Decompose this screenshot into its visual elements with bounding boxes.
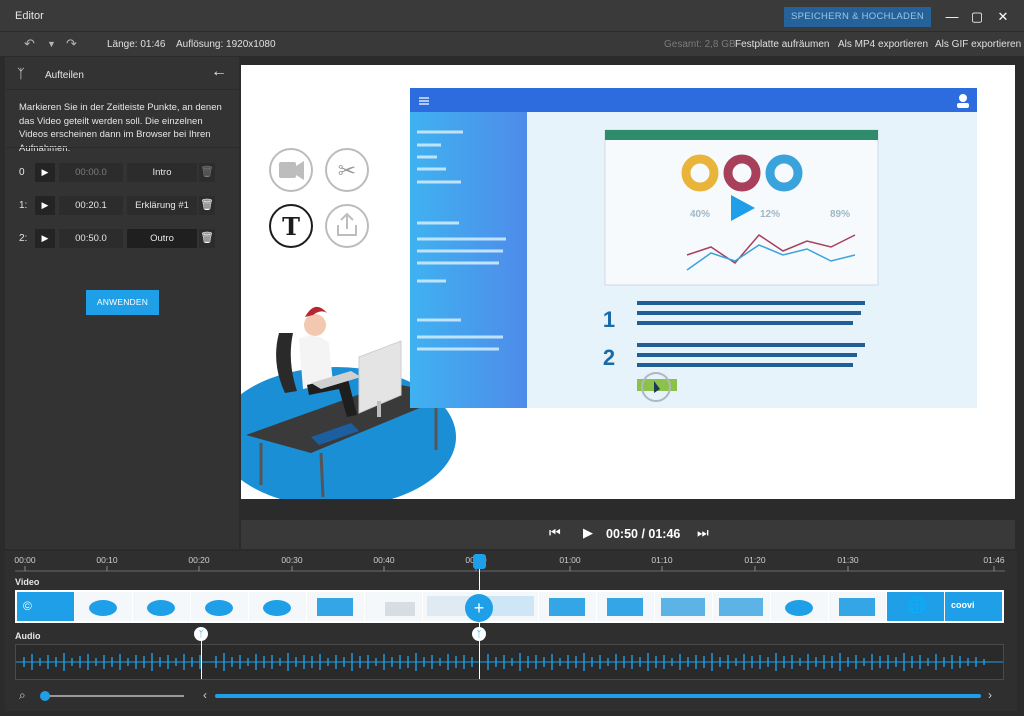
brand-logo-text: coovi xyxy=(951,600,975,610)
undo-icon[interactable]: ↶ xyxy=(24,36,35,52)
video-thumbnail xyxy=(829,592,886,621)
zoom-icon: ⌕ xyxy=(19,688,26,702)
minimize-icon[interactable]: — xyxy=(941,6,963,28)
video-thumbnail xyxy=(771,592,828,621)
video-thumbnail xyxy=(597,592,654,621)
scroll-left-icon[interactable]: ‹ xyxy=(203,688,207,702)
save-upload-button[interactable]: SPEICHERN & HOCHLADEN xyxy=(784,7,931,27)
panel-header: ᛉ Aufteilen ← xyxy=(5,57,239,90)
video-thumbnail xyxy=(713,592,770,621)
video-thumbnail: © xyxy=(17,592,74,621)
split-icon: ᛉ xyxy=(17,66,25,81)
panel-title: Aufteilen xyxy=(45,70,84,81)
resolution-info: Auflösung: 1920x1080 xyxy=(176,39,276,50)
skip-forward-icon[interactable]: ⏭ xyxy=(697,525,709,541)
audio-waveform xyxy=(16,653,1003,671)
scissors-tool-icon: ✂ xyxy=(325,148,369,192)
divider xyxy=(5,147,239,148)
share-tool-icon xyxy=(325,204,369,248)
scroll-right-icon[interactable]: › xyxy=(988,688,992,702)
play-button[interactable]: ▶ xyxy=(583,525,593,541)
trash-icon: 🗑 xyxy=(199,163,215,182)
zoom-slider-track[interactable] xyxy=(41,695,184,697)
split-add-icon[interactable]: + xyxy=(465,594,493,622)
apply-button[interactable]: ANWENDEN xyxy=(86,290,159,315)
segment-time-input[interactable]: 00:20.1 xyxy=(59,196,123,215)
close-icon[interactable]: ✕ xyxy=(992,6,1014,28)
video-thumbnail xyxy=(75,592,132,621)
toolbar: ↶ ▼ ↷ Länge: 01:46 Auflösung: 1920x1080 … xyxy=(0,32,1024,57)
segment-index: 2: xyxy=(19,233,28,244)
segment-row: 0 ▶ 00:00.0 Intro 🗑 xyxy=(5,161,239,183)
audio-track-label: Audio xyxy=(15,631,41,641)
person-head xyxy=(304,314,326,336)
split-marker-icon[interactable]: ᛉ xyxy=(194,627,208,641)
cleanup-button[interactable]: Festplatte aufräumen xyxy=(735,39,830,50)
preview-illustration: ✂ T 40% 12% 89% 1 2 xyxy=(241,88,977,499)
export-mp4-button[interactable]: Als MP4 exportieren xyxy=(838,39,928,50)
video-thumbnail xyxy=(365,592,422,621)
horizontal-scrollbar[interactable] xyxy=(215,694,981,698)
segment-row: 1: ▶ 00:20.1 Erklärung #1 🗑 xyxy=(5,194,239,216)
total-size-info: Gesamt: 2,8 GB xyxy=(664,39,736,50)
svg-text:T: T xyxy=(282,212,300,241)
time-display: 00:50 / 01:46 xyxy=(606,527,681,541)
video-track-label: Video xyxy=(15,577,40,587)
title-bar: Editor SPEICHERN & HOCHLADEN — ▢ ✕ xyxy=(0,0,1024,32)
video-thumbnail xyxy=(307,592,364,621)
split-panel: ᛉ Aufteilen ← Markieren Sie in der Zeitl… xyxy=(5,57,239,549)
segment-name-input[interactable]: Outro xyxy=(127,229,197,248)
timeline[interactable]: 00:00 00:10 00:20 00:30 00:40 00:50 01:0… xyxy=(5,551,1017,711)
text-tool-icon: T xyxy=(269,204,313,248)
app-title: Editor xyxy=(15,10,44,22)
play-segment-button[interactable]: ▶ xyxy=(35,229,55,248)
player-controls: ⏮ ▶ 00:50 / 01:46 ⏭ xyxy=(241,520,1015,549)
ruler-ticks xyxy=(15,566,1005,572)
undo-dropdown-icon[interactable]: ▼ xyxy=(47,39,56,49)
video-thumbnail: 🌐 xyxy=(887,592,944,621)
stat-label: 40% xyxy=(690,209,710,220)
video-thumbnail xyxy=(249,592,306,621)
segment-time-input[interactable]: 00:50.0 xyxy=(59,229,123,248)
svg-text:✂: ✂ xyxy=(338,159,356,184)
step-number: 1 xyxy=(603,307,615,332)
play-segment-button[interactable]: ▶ xyxy=(35,163,55,182)
zoom-row: ⌕ ‹ › xyxy=(5,685,1017,707)
segment-name-input[interactable]: Intro xyxy=(127,163,197,182)
video-preview[interactable]: ✂ T 40% 12% 89% 1 2 xyxy=(241,65,1015,499)
stat-label: 12% xyxy=(760,209,780,220)
segment-name-input[interactable]: Erklärung #1 xyxy=(127,196,197,215)
segment-index: 1: xyxy=(19,200,28,211)
export-gif-button[interactable]: Als GIF exportieren xyxy=(935,39,1021,50)
trash-icon[interactable]: 🗑 xyxy=(199,229,215,248)
length-info: Länge: 01:46 xyxy=(107,39,166,50)
play-segment-button[interactable]: ▶ xyxy=(35,196,55,215)
segment-row: 2: ▶ 00:50.0 Outro 🗑 xyxy=(5,227,239,249)
segment-time: 00:00.0 xyxy=(59,163,123,182)
video-thumbnail xyxy=(539,592,596,621)
split-marker-icon[interactable]: ᛉ xyxy=(472,627,486,641)
skip-back-icon[interactable]: ⏮ xyxy=(549,525,561,541)
stat-label: 89% xyxy=(830,209,850,220)
video-thumbnail xyxy=(191,592,248,621)
time-ruler[interactable]: 00:00 00:10 00:20 00:30 00:40 00:50 01:0… xyxy=(5,551,1017,573)
segment-index: 0 xyxy=(19,167,25,178)
video-thumbnail xyxy=(655,592,712,621)
video-thumbnail: coovi xyxy=(945,592,1002,621)
step-number: 2 xyxy=(603,345,615,370)
video-tool-icon xyxy=(269,148,313,192)
back-arrow-icon[interactable]: ← xyxy=(211,63,227,81)
audio-track[interactable] xyxy=(15,644,1004,680)
video-track[interactable]: © 🌐 coovi xyxy=(15,590,1004,623)
trash-icon[interactable]: 🗑 xyxy=(199,196,215,215)
zoom-slider-thumb[interactable] xyxy=(40,691,50,701)
maximize-icon[interactable]: ▢ xyxy=(966,6,988,28)
redo-icon[interactable]: ↷ xyxy=(66,36,77,52)
playhead-handle[interactable] xyxy=(473,554,486,569)
video-thumbnail xyxy=(133,592,190,621)
